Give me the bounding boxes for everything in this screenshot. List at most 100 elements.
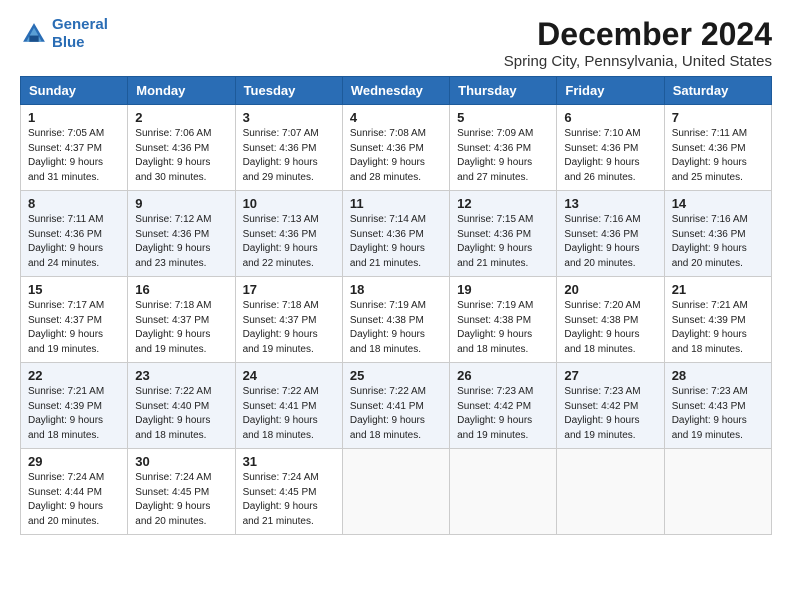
day-number: 28 (672, 368, 764, 383)
day-number: 17 (243, 282, 335, 297)
day-number: 5 (457, 110, 549, 125)
day-info: Sunrise: 7:11 AM Sunset: 4:36 PM Dayligh… (28, 213, 120, 271)
day-info: Sunrise: 7:09 AM Sunset: 4:36 PM Dayligh… (457, 127, 549, 185)
calendar-cell: 28Sunrise: 7:23 AM Sunset: 4:43 PM Dayli… (664, 363, 771, 449)
day-number: 31 (243, 454, 335, 469)
logo: GeneralBlue (20, 16, 108, 52)
calendar-cell: 18 Sunrise: 7:19 AM Sunset: 4:38 PM Dayli… (342, 277, 449, 363)
day-number: 14 (672, 196, 764, 211)
day-header-thursday: Thursday (450, 77, 557, 105)
day-header-sunday: Sunday (21, 77, 128, 105)
day-info: Sunrise: 7:18 AM Sunset: 4:37 PM Dayligh… (243, 299, 335, 357)
day-header-tuesday: Tuesday (235, 77, 342, 105)
day-number: 10 (243, 196, 335, 211)
calendar-cell (664, 449, 771, 535)
calendar-cell: 26 Sunrise: 7:23 AM Sunset: 4:42 PM Dayli… (450, 363, 557, 449)
day-number: 22 (28, 368, 120, 383)
day-info: Sunrise: 7:06 AM Sunset: 4:36 PM Dayligh… (135, 127, 227, 185)
day-number: 6 (564, 110, 656, 125)
calendar-cell: 11 Sunrise: 7:14 AM Sunset: 4:36 PM Dayli… (342, 191, 449, 277)
day-info: Sunrise: 7:05 AM Sunset: 4:37 PM Dayligh… (28, 127, 120, 185)
day-info: Sunrise: 7:23 AM Sunset: 4:42 PM Dayligh… (457, 385, 549, 443)
calendar-cell: 12 Sunrise: 7:15 AM Sunset: 4:36 PM Dayli… (450, 191, 557, 277)
day-info: Sunrise: 7:21 AM Sunset: 4:39 PM Dayligh… (672, 299, 764, 357)
day-info: Sunrise: 7:21 AM Sunset: 4:39 PM Dayligh… (28, 385, 120, 443)
calendar-cell: 19 Sunrise: 7:19 AM Sunset: 4:38 PM Dayli… (450, 277, 557, 363)
calendar-cell: 2 Sunrise: 7:06 AM Sunset: 4:36 PM Daylig… (128, 105, 235, 191)
day-number: 27 (564, 368, 656, 383)
day-number: 19 (457, 282, 549, 297)
day-info: Sunrise: 7:22 AM Sunset: 4:41 PM Dayligh… (350, 385, 442, 443)
day-info: Sunrise: 7:13 AM Sunset: 4:36 PM Dayligh… (243, 213, 335, 271)
day-info: Sunrise: 7:22 AM Sunset: 4:40 PM Dayligh… (135, 385, 227, 443)
calendar-cell: 9 Sunrise: 7:12 AM Sunset: 4:36 PM Daylig… (128, 191, 235, 277)
calendar-cell: 15 Sunrise: 7:17 AM Sunset: 4:37 PM Dayli… (21, 277, 128, 363)
calendar-cell: 24 Sunrise: 7:22 AM Sunset: 4:41 PM Dayli… (235, 363, 342, 449)
day-number: 13 (564, 196, 656, 211)
day-header-friday: Friday (557, 77, 664, 105)
day-info: Sunrise: 7:23 AM Sunset: 4:42 PM Dayligh… (564, 385, 656, 443)
day-info: Sunrise: 7:12 AM Sunset: 4:36 PM Dayligh… (135, 213, 227, 271)
day-info: Sunrise: 7:20 AM Sunset: 4:38 PM Dayligh… (564, 299, 656, 357)
day-number: 20 (564, 282, 656, 297)
day-number: 11 (350, 196, 442, 211)
calendar-cell: 21 Sunrise: 7:21 AM Sunset: 4:39 PM Dayli… (664, 277, 771, 363)
day-number: 24 (243, 368, 335, 383)
day-info: Sunrise: 7:19 AM Sunset: 4:38 PM Dayligh… (350, 299, 442, 357)
calendar-cell: 1 Sunrise: 7:05 AM Sunset: 4:37 PM Daylig… (21, 105, 128, 191)
day-number: 12 (457, 196, 549, 211)
day-number: 4 (350, 110, 442, 125)
calendar-cell: 13Sunrise: 7:16 AM Sunset: 4:36 PM Dayli… (557, 191, 664, 277)
calendar-cell (557, 449, 664, 535)
calendar-cell: 23Sunrise: 7:22 AM Sunset: 4:40 PM Dayli… (128, 363, 235, 449)
day-info: Sunrise: 7:08 AM Sunset: 4:36 PM Dayligh… (350, 127, 442, 185)
logo-text: GeneralBlue (52, 16, 108, 52)
day-info: Sunrise: 7:10 AM Sunset: 4:36 PM Dayligh… (564, 127, 656, 185)
day-header-wednesday: Wednesday (342, 77, 449, 105)
logo-icon (20, 20, 48, 48)
location: Spring City, Pennsylvania, United States (504, 53, 772, 70)
calendar-cell: 5 Sunrise: 7:09 AM Sunset: 4:36 PM Daylig… (450, 105, 557, 191)
calendar-cell: 6 Sunrise: 7:10 AM Sunset: 4:36 PM Daylig… (557, 105, 664, 191)
calendar-cell: 4 Sunrise: 7:08 AM Sunset: 4:36 PM Daylig… (342, 105, 449, 191)
calendar-cell: 30Sunrise: 7:24 AM Sunset: 4:45 PM Dayli… (128, 449, 235, 535)
day-number: 26 (457, 368, 549, 383)
calendar-cell (450, 449, 557, 535)
calendar-cell: 29Sunrise: 7:24 AM Sunset: 4:44 PM Dayli… (21, 449, 128, 535)
calendar-cell: 20 Sunrise: 7:20 AM Sunset: 4:38 PM Dayli… (557, 277, 664, 363)
calendar-cell: 8Sunrise: 7:11 AM Sunset: 4:36 PM Daylig… (21, 191, 128, 277)
day-info: Sunrise: 7:18 AM Sunset: 4:37 PM Dayligh… (135, 299, 227, 357)
title-block: December 2024 Spring City, Pennsylvania,… (504, 16, 772, 70)
day-number: 16 (135, 282, 227, 297)
calendar-header-row: SundayMondayTuesdayWednesdayThursdayFrid… (21, 77, 772, 105)
calendar-week-1: 1 Sunrise: 7:05 AM Sunset: 4:37 PM Daylig… (21, 105, 772, 191)
day-number: 2 (135, 110, 227, 125)
day-info: Sunrise: 7:07 AM Sunset: 4:36 PM Dayligh… (243, 127, 335, 185)
calendar-week-5: 29Sunrise: 7:24 AM Sunset: 4:44 PM Dayli… (21, 449, 772, 535)
day-number: 25 (350, 368, 442, 383)
day-number: 1 (28, 110, 120, 125)
calendar-cell: 31Sunrise: 7:24 AM Sunset: 4:45 PM Dayli… (235, 449, 342, 535)
day-number: 9 (135, 196, 227, 211)
day-info: Sunrise: 7:16 AM Sunset: 4:36 PM Dayligh… (672, 213, 764, 271)
calendar-cell: 14 Sunrise: 7:16 AM Sunset: 4:36 PM Dayli… (664, 191, 771, 277)
day-info: Sunrise: 7:15 AM Sunset: 4:36 PM Dayligh… (457, 213, 549, 271)
calendar-cell: 27 Sunrise: 7:23 AM Sunset: 4:42 PM Dayli… (557, 363, 664, 449)
calendar-cell: 7Sunrise: 7:11 AM Sunset: 4:36 PM Daylig… (664, 105, 771, 191)
day-number: 15 (28, 282, 120, 297)
day-number: 18 (350, 282, 442, 297)
calendar-cell: 17 Sunrise: 7:18 AM Sunset: 4:37 PM Dayli… (235, 277, 342, 363)
day-header-saturday: Saturday (664, 77, 771, 105)
day-info: Sunrise: 7:19 AM Sunset: 4:38 PM Dayligh… (457, 299, 549, 357)
day-info: Sunrise: 7:17 AM Sunset: 4:37 PM Dayligh… (28, 299, 120, 357)
calendar-cell: 25 Sunrise: 7:22 AM Sunset: 4:41 PM Dayli… (342, 363, 449, 449)
day-info: Sunrise: 7:14 AM Sunset: 4:36 PM Dayligh… (350, 213, 442, 271)
page-header: GeneralBlue December 2024 Spring City, P… (20, 16, 772, 70)
calendar-cell: 22 Sunrise: 7:21 AM Sunset: 4:39 PM Dayli… (21, 363, 128, 449)
day-info: Sunrise: 7:11 AM Sunset: 4:36 PM Dayligh… (672, 127, 764, 185)
day-number: 3 (243, 110, 335, 125)
day-number: 30 (135, 454, 227, 469)
day-info: Sunrise: 7:22 AM Sunset: 4:41 PM Dayligh… (243, 385, 335, 443)
calendar-table: SundayMondayTuesdayWednesdayThursdayFrid… (20, 76, 772, 535)
day-number: 21 (672, 282, 764, 297)
